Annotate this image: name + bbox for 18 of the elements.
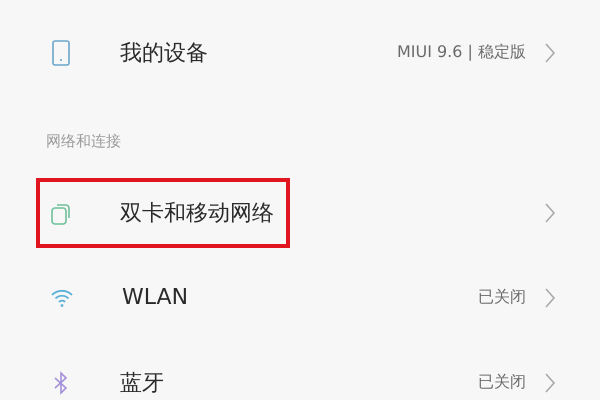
- item-label: WLAN: [122, 285, 188, 310]
- chevron-icon: [544, 202, 556, 224]
- item-label: 蓝牙: [120, 370, 164, 398]
- chevron-icon: [544, 372, 556, 394]
- settings-item[interactable]: WLAN 已关闭: [0, 255, 600, 340]
- chevron-icon: [544, 286, 556, 308]
- item-value: 已关闭: [478, 372, 526, 393]
- item-value: MIUI 9.6 | 稳定版: [396, 42, 526, 63]
- wifi-icon: [50, 288, 74, 308]
- settings-item[interactable]: 蓝牙 已关闭: [0, 340, 600, 400]
- phone-icon: [50, 40, 72, 66]
- item-label: 我的设备: [120, 40, 208, 68]
- settings-item[interactable]: 我的设备 MIUI 9.6 | 稳定版: [0, 10, 600, 95]
- settings-item[interactable]: 双卡和移动网络: [0, 170, 600, 255]
- chevron-icon: [544, 42, 556, 64]
- section-header: 网络和连接: [46, 132, 121, 151]
- item-label: 双卡和移动网络: [120, 200, 274, 228]
- item-value: 已关闭: [478, 287, 526, 308]
